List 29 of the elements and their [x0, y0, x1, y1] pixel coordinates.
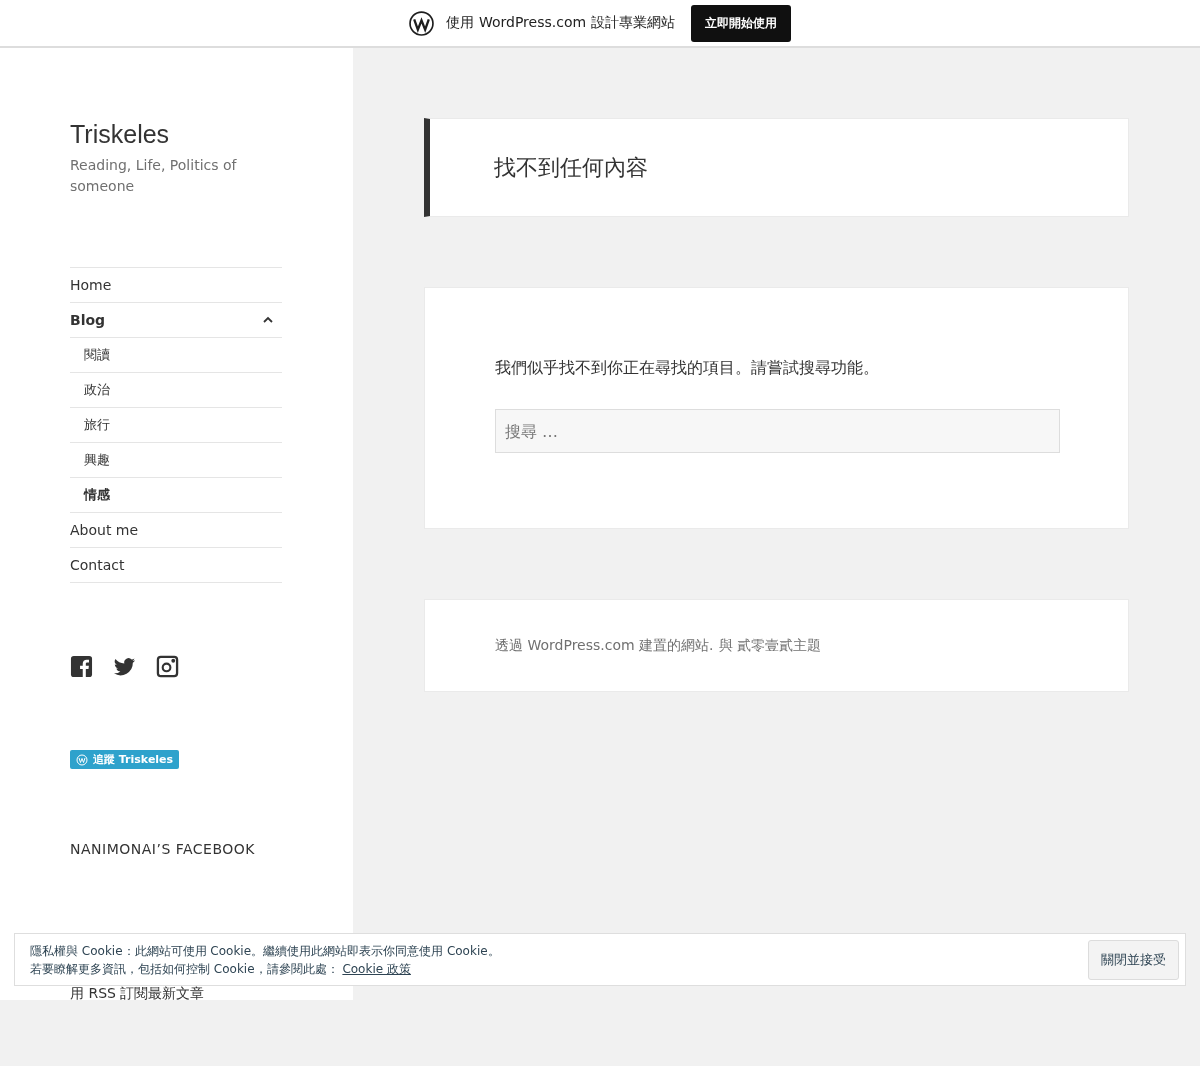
widget-title: NANIMONAI’S FACEBOOK: [70, 841, 256, 857]
twitter-icon[interactable]: [113, 655, 136, 678]
promo-text: 使用 WordPress.com 設計專業網站: [446, 14, 675, 32]
wordpress-logo-icon: [409, 10, 435, 36]
accept-button[interactable]: 關閉並接受: [1088, 939, 1179, 980]
menu-item[interactable]: Blog: [70, 312, 106, 328]
submenu-item[interactable]: 情感: [84, 486, 110, 504]
cookie-policy-link[interactable]: Cookie 政策: [342, 961, 411, 976]
submenu-item[interactable]: 興趣: [84, 451, 110, 469]
cookie-info-text: 若要瞭解更多資訊，包括如何控制 Cookie，請參閱此處：: [30, 961, 339, 976]
cookie-notice: 隱私權與 Cookie：此網站可使用 Cookie。繼續使用此網站即表示你同意使用 Cookie。: [30, 942, 500, 960]
site-title[interactable]: Triskeles: [70, 120, 353, 149]
start-button[interactable]: 立即開始使用: [690, 4, 791, 42]
menu-item[interactable]: Home: [70, 277, 112, 293]
menu-item[interactable]: Contact: [70, 557, 125, 573]
page-title: 找不到任何內容: [494, 153, 648, 182]
footer-text: 透過 WordPress.com 建置的網站.: [495, 636, 714, 655]
menu-item[interactable]: About me: [70, 522, 139, 538]
submenu-item[interactable]: 閱讀: [84, 346, 110, 364]
search-field[interactable]: 搜尋 …: [495, 409, 1060, 453]
facebook-icon[interactable]: [70, 655, 93, 678]
submenu-item[interactable]: 政治: [84, 381, 110, 399]
not-found-message: 我們似乎找不到你正在尋找的項目。請嘗試搜尋功能。: [495, 358, 880, 379]
theme-link[interactable]: 與 貳零壹貳主題: [718, 636, 821, 655]
rss-link[interactable]: 用 RSS 訂閱最新文章: [70, 985, 353, 1003]
instagram-icon[interactable]: [156, 655, 179, 678]
submenu-item[interactable]: 旅行: [84, 416, 110, 434]
site-tagline: Reading, Life, Politics of someone: [70, 156, 238, 196]
wordpress-logo-icon: [76, 753, 88, 766]
